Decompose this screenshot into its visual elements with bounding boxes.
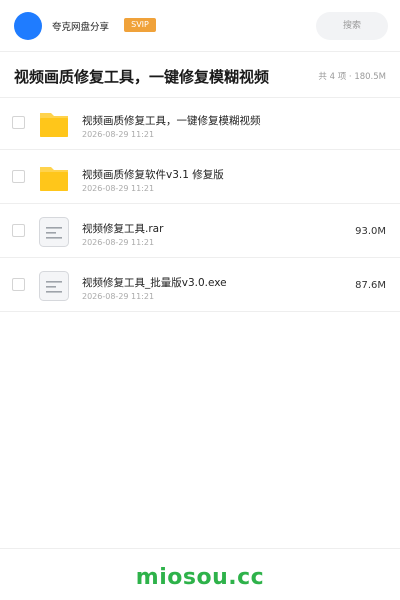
file-row[interactable]: 视频修复工具_批量版v3.0.exe 2026-08-29 11:21 87.6… bbox=[0, 258, 400, 312]
avatar[interactable] bbox=[14, 12, 42, 40]
file-date: 2026-08-29 11:21 bbox=[82, 184, 155, 193]
watermark-text: miosou.cc bbox=[135, 565, 265, 590]
folder-icon bbox=[40, 167, 68, 191]
file-name: 视频修复工具.rar bbox=[82, 223, 164, 235]
file-date: 2026-08-29 11:21 bbox=[82, 238, 155, 247]
file-row[interactable]: 视频修复工具.rar 2026-08-29 11:21 93.0M bbox=[0, 204, 400, 258]
file-name: 视频画质修复软件v3.1 修复版 bbox=[82, 169, 224, 181]
search-button[interactable]: 搜索 bbox=[316, 12, 388, 40]
file-name: 视频修复工具_批量版v3.0.exe bbox=[82, 277, 227, 289]
folder-icon bbox=[40, 113, 68, 137]
select-checkbox[interactable] bbox=[12, 278, 25, 291]
file-size: 93.0M bbox=[355, 226, 386, 237]
page-title: 视频画质修复工具，一键修复模糊视频 bbox=[14, 68, 270, 86]
top-bar: 夸克网盘分享 SVIP 搜索 bbox=[0, 0, 400, 52]
footer: miosou.cc bbox=[0, 548, 400, 600]
file-icon bbox=[39, 217, 69, 247]
app-name: 夸克网盘分享 bbox=[52, 22, 110, 33]
select-checkbox[interactable] bbox=[12, 224, 25, 237]
file-row[interactable]: 视频画质修复工具，一键修复模糊视频 2026-08-29 11:21 bbox=[0, 96, 400, 150]
file-icon bbox=[39, 271, 69, 301]
select-checkbox[interactable] bbox=[12, 116, 25, 129]
file-name: 视频画质修复工具，一键修复模糊视频 bbox=[82, 115, 261, 127]
file-size: 87.6M bbox=[355, 280, 386, 291]
file-row[interactable]: 视频画质修复软件v3.1 修复版 2026-08-29 11:21 bbox=[0, 150, 400, 204]
share-title-row: 视频画质修复工具，一键修复模糊视频 共 4 项 · 180.5M bbox=[0, 52, 400, 98]
share-page: 夸克网盘分享 SVIP 搜索 视频画质修复工具，一键修复模糊视频 共 4 项 ·… bbox=[0, 0, 400, 600]
file-summary: 共 4 项 · 180.5M bbox=[318, 72, 386, 82]
file-date: 2026-08-29 11:21 bbox=[82, 130, 155, 139]
file-list: 视频画质修复工具，一键修复模糊视频 2026-08-29 11:21 视频画质修… bbox=[0, 96, 400, 312]
svip-badge: SVIP bbox=[124, 18, 156, 32]
file-date: 2026-08-29 11:21 bbox=[82, 292, 155, 301]
select-checkbox[interactable] bbox=[12, 170, 25, 183]
